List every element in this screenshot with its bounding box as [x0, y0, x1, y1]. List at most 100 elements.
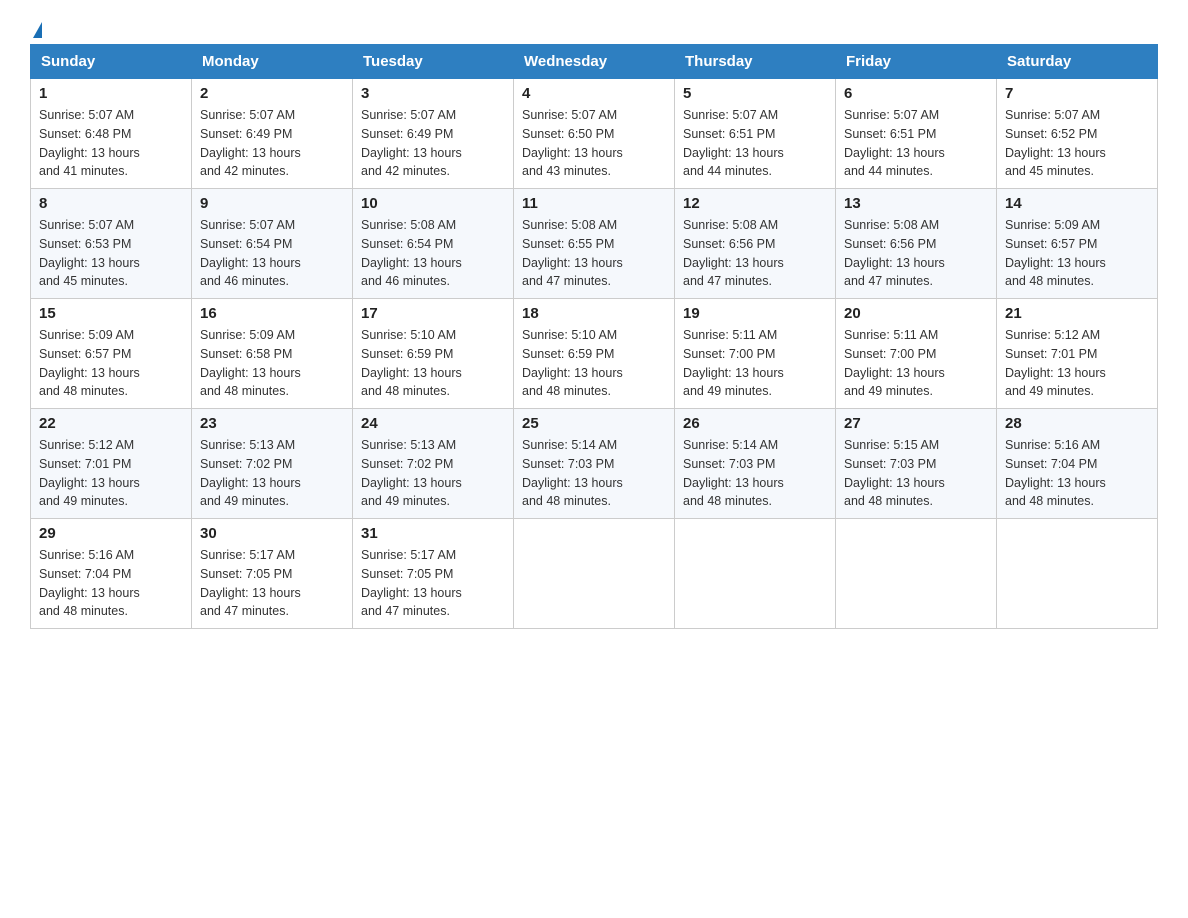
- day-info: Sunrise: 5:07 AMSunset: 6:48 PMDaylight:…: [39, 106, 183, 181]
- day-info: Sunrise: 5:12 AMSunset: 7:01 PMDaylight:…: [1005, 326, 1149, 401]
- calendar-cell: 29Sunrise: 5:16 AMSunset: 7:04 PMDayligh…: [31, 519, 192, 629]
- day-number: 3: [361, 85, 505, 102]
- calendar-cell: 10 Sunrise: 5:08 AMSunset: 6:54 PMDayligh…: [353, 189, 514, 299]
- calendar-cell: 12 Sunrise: 5:08 AMSunset: 6:56 PMDayligh…: [675, 189, 836, 299]
- day-number: 21: [1005, 305, 1149, 322]
- weekday-header-wednesday: Wednesday: [514, 45, 675, 79]
- weekday-header-tuesday: Tuesday: [353, 45, 514, 79]
- day-info: Sunrise: 5:07 AMSunset: 6:52 PMDaylight:…: [1005, 106, 1149, 181]
- calendar-cell: 21 Sunrise: 5:12 AMSunset: 7:01 PMDayligh…: [997, 299, 1158, 409]
- day-info: Sunrise: 5:07 AMSunset: 6:49 PMDaylight:…: [200, 106, 344, 181]
- calendar-week-row: 29Sunrise: 5:16 AMSunset: 7:04 PMDayligh…: [31, 519, 1158, 629]
- day-info: Sunrise: 5:08 AMSunset: 6:55 PMDaylight:…: [522, 216, 666, 291]
- day-number: 8: [39, 195, 183, 212]
- weekday-header-thursday: Thursday: [675, 45, 836, 79]
- weekday-header-monday: Monday: [192, 45, 353, 79]
- day-info: Sunrise: 5:07 AMSunset: 6:49 PMDaylight:…: [361, 106, 505, 181]
- calendar-cell: 28 Sunrise: 5:16 AMSunset: 7:04 PMDayligh…: [997, 409, 1158, 519]
- logo: [30, 20, 42, 34]
- calendar-cell: 19 Sunrise: 5:11 AMSunset: 7:00 PMDayligh…: [675, 299, 836, 409]
- day-info: Sunrise: 5:08 AMSunset: 6:54 PMDaylight:…: [361, 216, 505, 291]
- day-number: 10: [361, 195, 505, 212]
- day-info: Sunrise: 5:07 AMSunset: 6:50 PMDaylight:…: [522, 106, 666, 181]
- calendar-cell: 11Sunrise: 5:08 AMSunset: 6:55 PMDayligh…: [514, 189, 675, 299]
- calendar-cell: 25 Sunrise: 5:14 AMSunset: 7:03 PMDayligh…: [514, 409, 675, 519]
- calendar-cell: 16Sunrise: 5:09 AMSunset: 6:58 PMDayligh…: [192, 299, 353, 409]
- calendar-week-row: 22Sunrise: 5:12 AMSunset: 7:01 PMDayligh…: [31, 409, 1158, 519]
- day-info: Sunrise: 5:15 AMSunset: 7:03 PMDaylight:…: [844, 436, 988, 511]
- day-number: 1: [39, 85, 183, 102]
- day-info: Sunrise: 5:14 AMSunset: 7:03 PMDaylight:…: [522, 436, 666, 511]
- day-number: 27: [844, 415, 988, 432]
- day-info: Sunrise: 5:14 AMSunset: 7:03 PMDaylight:…: [683, 436, 827, 511]
- calendar-cell: 13 Sunrise: 5:08 AMSunset: 6:56 PMDayligh…: [836, 189, 997, 299]
- weekday-header-saturday: Saturday: [997, 45, 1158, 79]
- day-number: 5: [683, 85, 827, 102]
- calendar-cell: 7 Sunrise: 5:07 AMSunset: 6:52 PMDaylight…: [997, 79, 1158, 189]
- day-info: Sunrise: 5:07 AMSunset: 6:51 PMDaylight:…: [683, 106, 827, 181]
- day-number: 7: [1005, 85, 1149, 102]
- day-info: Sunrise: 5:07 AMSunset: 6:51 PMDaylight:…: [844, 106, 988, 181]
- calendar-cell: 15 Sunrise: 5:09 AMSunset: 6:57 PMDayligh…: [31, 299, 192, 409]
- calendar-cell: 31 Sunrise: 5:17 AMSunset: 7:05 PMDayligh…: [353, 519, 514, 629]
- day-info: Sunrise: 5:08 AMSunset: 6:56 PMDaylight:…: [683, 216, 827, 291]
- calendar-week-row: 15 Sunrise: 5:09 AMSunset: 6:57 PMDayligh…: [31, 299, 1158, 409]
- calendar-header-row: SundayMondayTuesdayWednesdayThursdayFrid…: [31, 45, 1158, 79]
- calendar-cell: 8 Sunrise: 5:07 AMSunset: 6:53 PMDaylight…: [31, 189, 192, 299]
- day-number: 22: [39, 415, 183, 432]
- day-number: 18: [522, 305, 666, 322]
- day-info: Sunrise: 5:13 AMSunset: 7:02 PMDaylight:…: [361, 436, 505, 511]
- day-info: Sunrise: 5:09 AMSunset: 6:57 PMDaylight:…: [39, 326, 183, 401]
- calendar-cell: 1 Sunrise: 5:07 AMSunset: 6:48 PMDaylight…: [31, 79, 192, 189]
- day-number: 17: [361, 305, 505, 322]
- day-number: 30: [200, 525, 344, 542]
- weekday-header-sunday: Sunday: [31, 45, 192, 79]
- page-header: [30, 20, 1158, 34]
- day-info: Sunrise: 5:10 AMSunset: 6:59 PMDaylight:…: [522, 326, 666, 401]
- day-info: Sunrise: 5:13 AMSunset: 7:02 PMDaylight:…: [200, 436, 344, 511]
- calendar-cell: [675, 519, 836, 629]
- day-info: Sunrise: 5:17 AMSunset: 7:05 PMDaylight:…: [200, 546, 344, 621]
- calendar-table: SundayMondayTuesdayWednesdayThursdayFrid…: [30, 44, 1158, 629]
- calendar-cell: [514, 519, 675, 629]
- calendar-cell: 17 Sunrise: 5:10 AMSunset: 6:59 PMDayligh…: [353, 299, 514, 409]
- day-info: Sunrise: 5:11 AMSunset: 7:00 PMDaylight:…: [683, 326, 827, 401]
- day-number: 24: [361, 415, 505, 432]
- day-number: 25: [522, 415, 666, 432]
- day-number: 23: [200, 415, 344, 432]
- day-number: 13: [844, 195, 988, 212]
- day-info: Sunrise: 5:16 AMSunset: 7:04 PMDaylight:…: [1005, 436, 1149, 511]
- calendar-week-row: 8 Sunrise: 5:07 AMSunset: 6:53 PMDaylight…: [31, 189, 1158, 299]
- calendar-cell: 14Sunrise: 5:09 AMSunset: 6:57 PMDayligh…: [997, 189, 1158, 299]
- calendar-cell: 3 Sunrise: 5:07 AMSunset: 6:49 PMDaylight…: [353, 79, 514, 189]
- day-info: Sunrise: 5:17 AMSunset: 7:05 PMDaylight:…: [361, 546, 505, 621]
- day-number: 4: [522, 85, 666, 102]
- calendar-cell: 18 Sunrise: 5:10 AMSunset: 6:59 PMDayligh…: [514, 299, 675, 409]
- day-number: 14: [1005, 195, 1149, 212]
- day-number: 9: [200, 195, 344, 212]
- day-info: Sunrise: 5:10 AMSunset: 6:59 PMDaylight:…: [361, 326, 505, 401]
- day-number: 26: [683, 415, 827, 432]
- calendar-cell: 24 Sunrise: 5:13 AMSunset: 7:02 PMDayligh…: [353, 409, 514, 519]
- day-number: 28: [1005, 415, 1149, 432]
- calendar-week-row: 1 Sunrise: 5:07 AMSunset: 6:48 PMDaylight…: [31, 79, 1158, 189]
- calendar-cell: 26 Sunrise: 5:14 AMSunset: 7:03 PMDayligh…: [675, 409, 836, 519]
- day-number: 31: [361, 525, 505, 542]
- day-number: 12: [683, 195, 827, 212]
- day-info: Sunrise: 5:07 AMSunset: 6:53 PMDaylight:…: [39, 216, 183, 291]
- calendar-cell: 30 Sunrise: 5:17 AMSunset: 7:05 PMDayligh…: [192, 519, 353, 629]
- weekday-header-friday: Friday: [836, 45, 997, 79]
- day-number: 15: [39, 305, 183, 322]
- day-info: Sunrise: 5:09 AMSunset: 6:58 PMDaylight:…: [200, 326, 344, 401]
- day-info: Sunrise: 5:07 AMSunset: 6:54 PMDaylight:…: [200, 216, 344, 291]
- calendar-cell: 22Sunrise: 5:12 AMSunset: 7:01 PMDayligh…: [31, 409, 192, 519]
- calendar-cell: 6Sunrise: 5:07 AMSunset: 6:51 PMDaylight…: [836, 79, 997, 189]
- calendar-cell: [997, 519, 1158, 629]
- day-number: 19: [683, 305, 827, 322]
- calendar-cell: 9 Sunrise: 5:07 AMSunset: 6:54 PMDaylight…: [192, 189, 353, 299]
- day-number: 2: [200, 85, 344, 102]
- day-info: Sunrise: 5:08 AMSunset: 6:56 PMDaylight:…: [844, 216, 988, 291]
- calendar-cell: 2 Sunrise: 5:07 AMSunset: 6:49 PMDaylight…: [192, 79, 353, 189]
- calendar-cell: 20Sunrise: 5:11 AMSunset: 7:00 PMDayligh…: [836, 299, 997, 409]
- day-info: Sunrise: 5:11 AMSunset: 7:00 PMDaylight:…: [844, 326, 988, 401]
